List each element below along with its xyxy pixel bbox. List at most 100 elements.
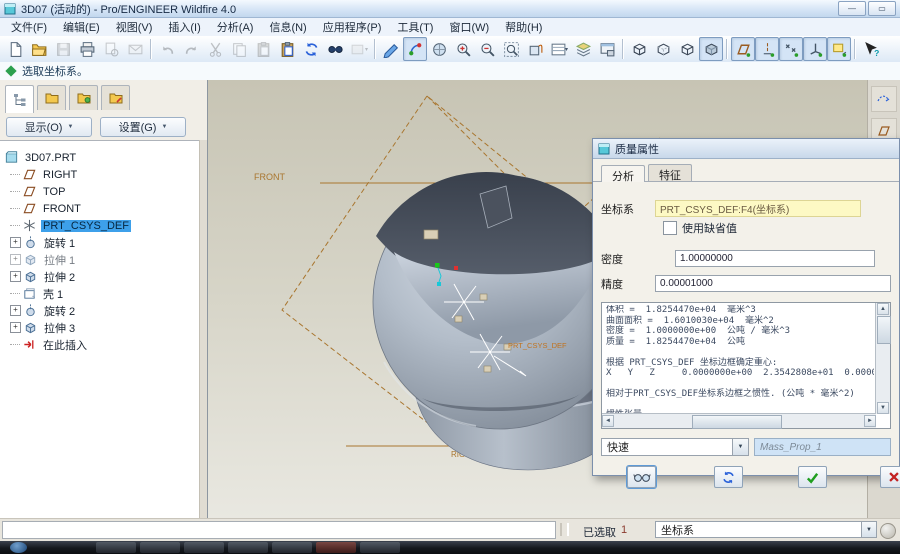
use-default-checkbox[interactable] bbox=[663, 221, 677, 235]
tree-expander-icon[interactable]: + bbox=[10, 254, 21, 265]
tree-item-top-plane[interactable]: TOP bbox=[4, 183, 200, 200]
tb-zoom-in-button[interactable] bbox=[451, 37, 475, 61]
tab-feature[interactable]: 特征 bbox=[648, 164, 692, 181]
tree-item-extrude-1[interactable]: +拉伸 1 bbox=[4, 251, 200, 268]
statusbar-splitter[interactable] bbox=[560, 523, 569, 536]
vertex-handle-green[interactable] bbox=[435, 263, 440, 268]
ok-button[interactable] bbox=[798, 466, 827, 488]
maximize-button[interactable]: ▭ bbox=[868, 1, 896, 16]
tb-copy-button[interactable] bbox=[227, 37, 251, 61]
tb-print-preview-button[interactable] bbox=[99, 37, 123, 61]
analysis-mode-dropdown[interactable]: 快速 ▼ bbox=[601, 438, 749, 456]
scroll-down-icon[interactable]: ▼ bbox=[877, 402, 889, 414]
tb-paste-special-button[interactable] bbox=[275, 37, 299, 61]
analysis-name-field[interactable]: Mass_Prop_1 bbox=[754, 438, 891, 456]
tb-search-button[interactable] bbox=[323, 37, 347, 61]
nav-tab-folder-browser[interactable] bbox=[37, 85, 66, 110]
tb-regenerate-button[interactable] bbox=[299, 37, 323, 61]
tb-datum-planes-button[interactable] bbox=[731, 37, 755, 61]
tb-save-button[interactable] bbox=[51, 37, 75, 61]
tab-analysis[interactable]: 分析 bbox=[601, 165, 645, 182]
tb-paste-button[interactable] bbox=[251, 37, 275, 61]
nav-tab-model-tree[interactable] bbox=[5, 85, 34, 113]
tb-open-button[interactable] bbox=[27, 37, 51, 61]
menu-item-analysis[interactable]: 分析(A) bbox=[209, 17, 262, 37]
taskbar-button[interactable] bbox=[360, 542, 400, 553]
tree-item-shell-1[interactable]: 壳 1 bbox=[4, 285, 200, 302]
tb-spin-center-dots-button[interactable] bbox=[403, 37, 427, 61]
tb-select-working-button[interactable]: ▾ bbox=[347, 37, 371, 61]
menu-item-applications[interactable]: 应用程序(P) bbox=[315, 17, 390, 37]
scroll-left-icon[interactable]: ◄ bbox=[602, 415, 614, 427]
tb-datum-points-button[interactable] bbox=[779, 37, 803, 61]
nav-tab-favorites[interactable] bbox=[69, 85, 98, 110]
tb-context-help-button[interactable]: ? bbox=[859, 37, 883, 61]
nav-tab-connections[interactable] bbox=[101, 85, 130, 110]
tree-expander-icon[interactable]: + bbox=[10, 305, 21, 316]
taskbar-button[interactable] bbox=[96, 542, 136, 553]
tree-item-front-plane[interactable]: FRONT bbox=[4, 200, 200, 217]
tree-item-prt-csys-def[interactable]: PRT_CSYS_DEF bbox=[4, 217, 200, 234]
start-orb-icon[interactable] bbox=[10, 542, 27, 553]
results-vscrollbar[interactable]: ▲ ▼ bbox=[875, 303, 890, 414]
tb-new-file-button[interactable] bbox=[3, 37, 27, 61]
tree-expander-icon[interactable]: + bbox=[10, 271, 21, 282]
menu-item-help[interactable]: 帮助(H) bbox=[497, 17, 550, 37]
tree-item-extrude-2[interactable]: +拉伸 2 bbox=[4, 268, 200, 285]
menu-item-file[interactable]: 文件(F) bbox=[3, 17, 55, 37]
tb-wireframe-button[interactable] bbox=[627, 37, 651, 61]
tb-zoom-out-button[interactable] bbox=[475, 37, 499, 61]
tb-view-manager-button[interactable] bbox=[595, 37, 619, 61]
tb-datum-csys-button[interactable] bbox=[803, 37, 827, 61]
navigator-sash[interactable] bbox=[199, 140, 207, 519]
tb-annotations-button[interactable] bbox=[827, 37, 851, 61]
tb-layers-button[interactable] bbox=[571, 37, 595, 61]
show-button[interactable]: 显示(O)▼ bbox=[6, 117, 92, 137]
tree-item-revolve-1[interactable]: +旋转 1 bbox=[4, 234, 200, 251]
taskbar-button[interactable] bbox=[184, 542, 224, 553]
repeat-button[interactable] bbox=[714, 466, 743, 488]
tb-saved-views-button[interactable]: ▾ bbox=[547, 37, 571, 61]
scroll-up-icon[interactable]: ▲ bbox=[877, 303, 889, 315]
scroll-right-icon[interactable]: ► bbox=[864, 415, 876, 427]
tb-shaded-button[interactable] bbox=[699, 37, 723, 61]
hscroll-thumb[interactable] bbox=[692, 415, 782, 429]
menu-item-window[interactable]: 窗口(W) bbox=[441, 17, 497, 37]
cancel-button[interactable] bbox=[880, 466, 900, 488]
taskbar-button[interactable] bbox=[140, 542, 180, 553]
tb-reorient-button[interactable] bbox=[523, 37, 547, 61]
tb-no-hidden-button[interactable] bbox=[675, 37, 699, 61]
tree-expander-icon[interactable]: + bbox=[10, 237, 21, 248]
tb-send-mail-button[interactable] bbox=[123, 37, 147, 61]
vscroll-thumb[interactable] bbox=[877, 316, 891, 344]
tree-item-extrude-3[interactable]: +拉伸 3 bbox=[4, 319, 200, 336]
vertex-handle-cyan[interactable] bbox=[437, 282, 441, 286]
tb-datum-axes-button[interactable] bbox=[755, 37, 779, 61]
taskbar-button[interactable] bbox=[228, 542, 268, 553]
sketch-points-button[interactable] bbox=[871, 86, 897, 112]
tree-item-part-root[interactable]: 3D07.PRT bbox=[4, 149, 200, 166]
menu-item-view[interactable]: 视图(V) bbox=[108, 17, 161, 37]
settings-button[interactable]: 设置(G)▼ bbox=[100, 117, 186, 137]
tree-item-insert-here[interactable]: 在此插入 bbox=[4, 336, 200, 353]
menu-item-info[interactable]: 信息(N) bbox=[261, 17, 314, 37]
dialog-title-bar[interactable]: 质量属性 bbox=[593, 139, 899, 159]
menu-item-insert[interactable]: 插入(I) bbox=[160, 17, 208, 37]
results-hscrollbar[interactable]: ◄ ► bbox=[602, 413, 876, 428]
taskbar-button[interactable] bbox=[316, 542, 356, 553]
tree-expander-icon[interactable]: + bbox=[10, 322, 21, 333]
tb-cut-button[interactable] bbox=[203, 37, 227, 61]
vertex-handle-red[interactable] bbox=[454, 266, 458, 270]
tree-item-right-plane[interactable]: RIGHT bbox=[4, 166, 200, 183]
menu-item-edit[interactable]: 编辑(E) bbox=[55, 17, 108, 37]
tb-print-button[interactable] bbox=[75, 37, 99, 61]
accuracy-input[interactable]: 0.00001000 bbox=[655, 275, 891, 292]
tree-item-revolve-2[interactable]: +旋转 2 bbox=[4, 302, 200, 319]
preview-button[interactable] bbox=[627, 466, 656, 488]
tb-undo-button[interactable] bbox=[155, 37, 179, 61]
filter-settings-icon[interactable] bbox=[880, 523, 896, 539]
density-input[interactable]: 1.00000000 bbox=[675, 250, 875, 267]
tb-hidden-line-button[interactable] bbox=[651, 37, 675, 61]
tb-repaint-button[interactable] bbox=[379, 37, 403, 61]
csys-reference-field[interactable]: PRT_CSYS_DEF:F4(坐标系) bbox=[655, 200, 861, 217]
